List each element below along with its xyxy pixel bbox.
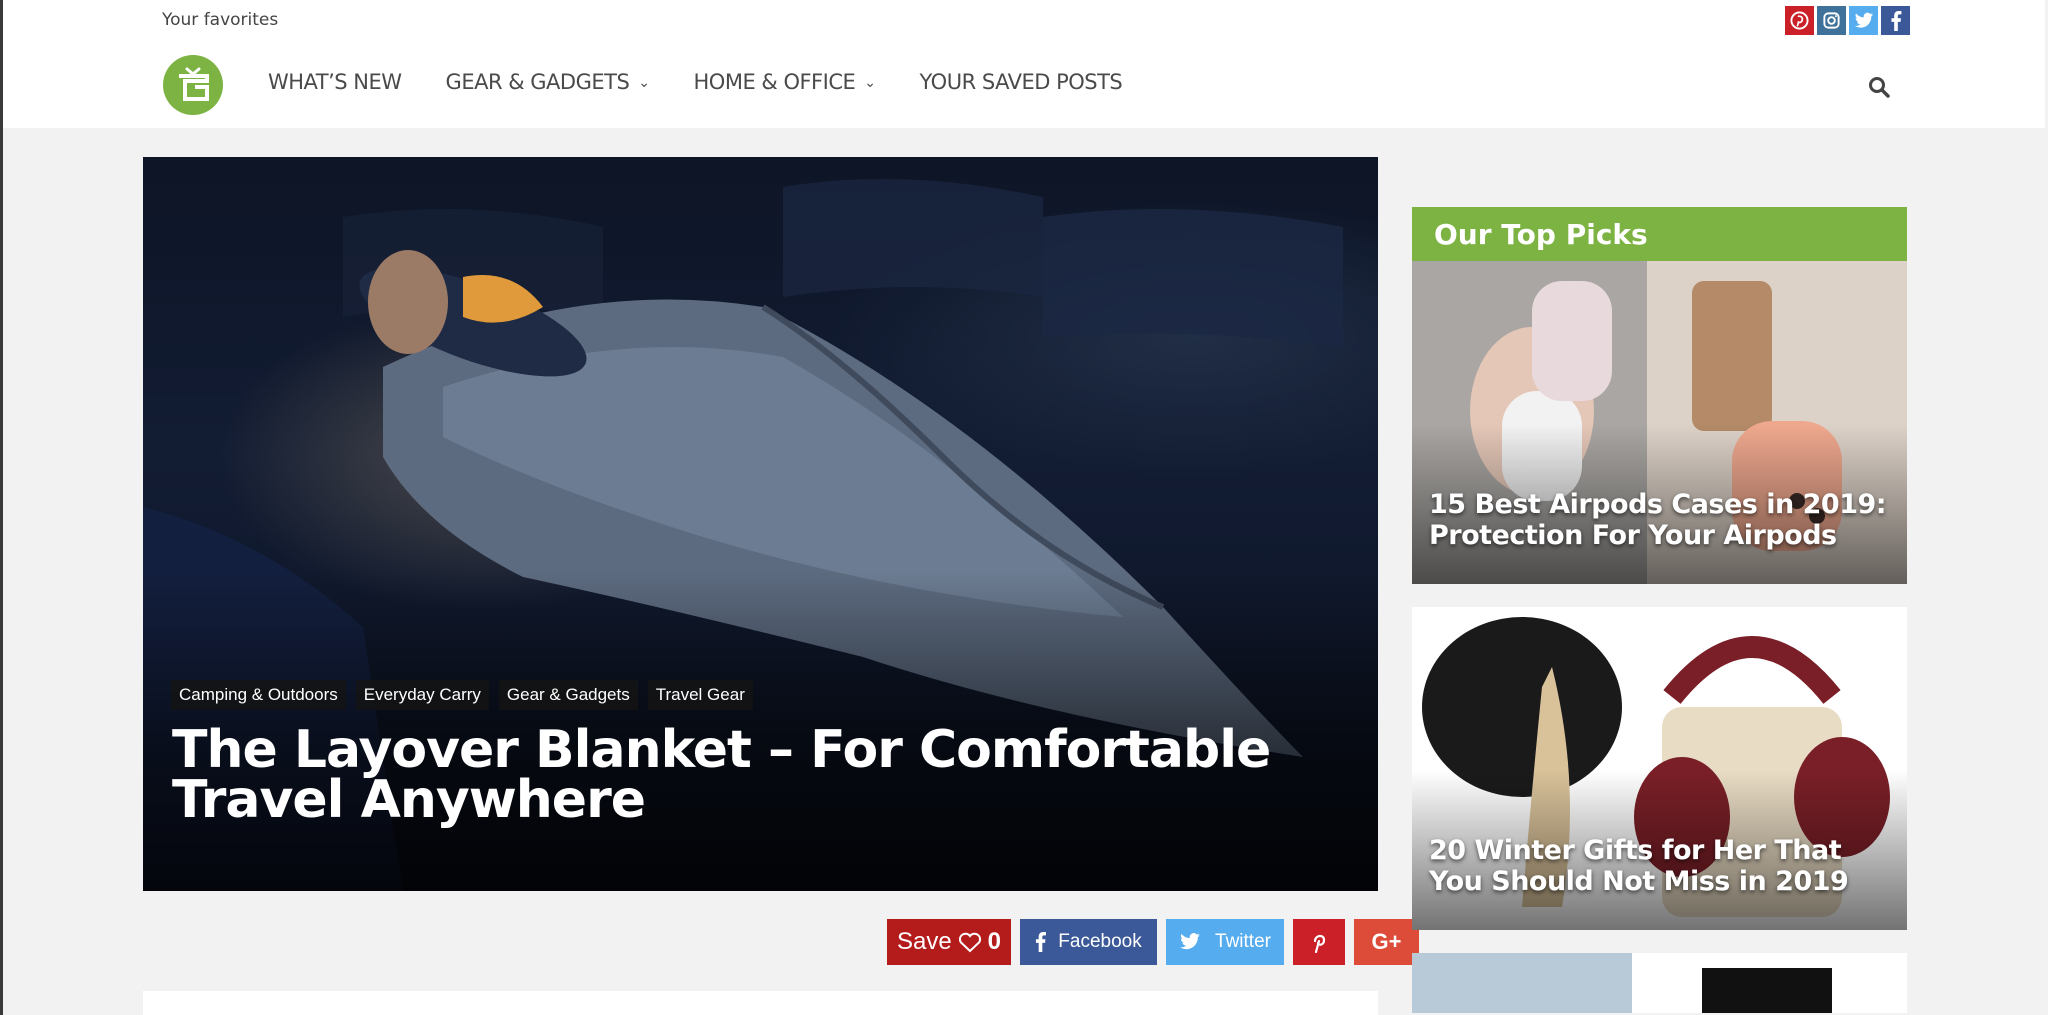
top-pick-card[interactable]: 15 Best Airpods Cases in 2019: Protectio…: [1412, 261, 1907, 584]
nav-item-whats-new[interactable]: WHAT’S NEW: [268, 70, 402, 94]
window-edge: [0, 0, 3, 1015]
tag-travel-gear[interactable]: Travel Gear: [647, 680, 753, 710]
pinterest-share-button[interactable]: [1293, 919, 1345, 965]
top-pick-card[interactable]: [1412, 953, 1907, 1013]
post-tags: Camping & Outdoors Everyday Carry Gear &…: [171, 680, 753, 710]
nav-item-gear-gadgets[interactable]: GEAR & GADGETS ⌄: [446, 70, 650, 94]
gift-logo-icon: [179, 67, 209, 101]
save-label: Save: [896, 928, 952, 955]
twitter-share-button[interactable]: Twitter: [1166, 919, 1284, 965]
tag-gear-gadgets[interactable]: Gear & Gadgets: [498, 680, 638, 710]
google-plus-icon: G+: [1371, 929, 1402, 954]
google-plus-share-button[interactable]: G+: [1354, 919, 1419, 965]
nav-label: HOME & OFFICE: [693, 70, 856, 94]
pinterest-icon: [1313, 934, 1326, 953]
top-pick-card[interactable]: 20 Winter Gifts for Her That You Should …: [1412, 607, 1907, 930]
nav-label: WHAT’S NEW: [268, 70, 402, 94]
post-title[interactable]: The Layover Blanket – For Comfortable Tr…: [172, 724, 1322, 826]
facebook-share-button[interactable]: Facebook: [1020, 919, 1157, 965]
share-bar: Save 0 Facebook Twitter G+: [887, 919, 1419, 965]
nav-label: YOUR SAVED POSTS: [919, 70, 1123, 94]
top-picks-heading: Our Top Picks: [1412, 207, 1907, 261]
top-pick-title[interactable]: 15 Best Airpods Cases in 2019: Protectio…: [1429, 489, 1889, 551]
facebook-icon: [1036, 932, 1047, 952]
top-pick-image: [1412, 953, 1907, 1013]
pinterest-icon[interactable]: [1785, 6, 1814, 35]
post-content-card: [143, 991, 1378, 1015]
twitter-icon: [1180, 933, 1200, 950]
search-icon[interactable]: [1867, 75, 1893, 101]
tag-camping-outdoors[interactable]: Camping & Outdoors: [171, 680, 346, 710]
nav-item-saved-posts[interactable]: YOUR SAVED POSTS: [920, 70, 1123, 94]
tag-everyday-carry[interactable]: Everyday Carry: [355, 680, 489, 710]
twitter-share-label: Twitter: [1215, 931, 1271, 952]
social-links: [1785, 6, 1910, 35]
site-header: [3, 0, 2045, 128]
main-nav: WHAT’S NEW GEAR & GADGETS ⌄ HOME & OFFICE…: [268, 70, 1123, 94]
nav-item-home-office[interactable]: HOME & OFFICE ⌄: [694, 70, 876, 94]
sidebar: Our Top Picks 15 Best Airpods Cases in 2…: [1412, 207, 1907, 1013]
featured-post-hero[interactable]: Camping & Outdoors Everyday Carry Gear &…: [143, 157, 1378, 891]
facebook-share-label: Facebook: [1058, 931, 1142, 952]
save-button[interactable]: Save 0: [887, 919, 1011, 965]
twitter-icon[interactable]: [1849, 6, 1878, 35]
chevron-down-icon: ⌄: [864, 75, 876, 91]
instagram-icon[interactable]: [1817, 6, 1846, 35]
site-logo[interactable]: [163, 55, 223, 115]
tagline: Your favorites: [162, 10, 279, 30]
facebook-icon[interactable]: [1881, 6, 1910, 35]
top-pick-title[interactable]: 20 Winter Gifts for Her That You Should …: [1429, 835, 1889, 897]
heart-icon: [958, 932, 981, 953]
save-count: 0: [987, 928, 1002, 955]
chevron-down-icon: ⌄: [638, 75, 650, 91]
nav-label: GEAR & GADGETS: [445, 70, 630, 94]
